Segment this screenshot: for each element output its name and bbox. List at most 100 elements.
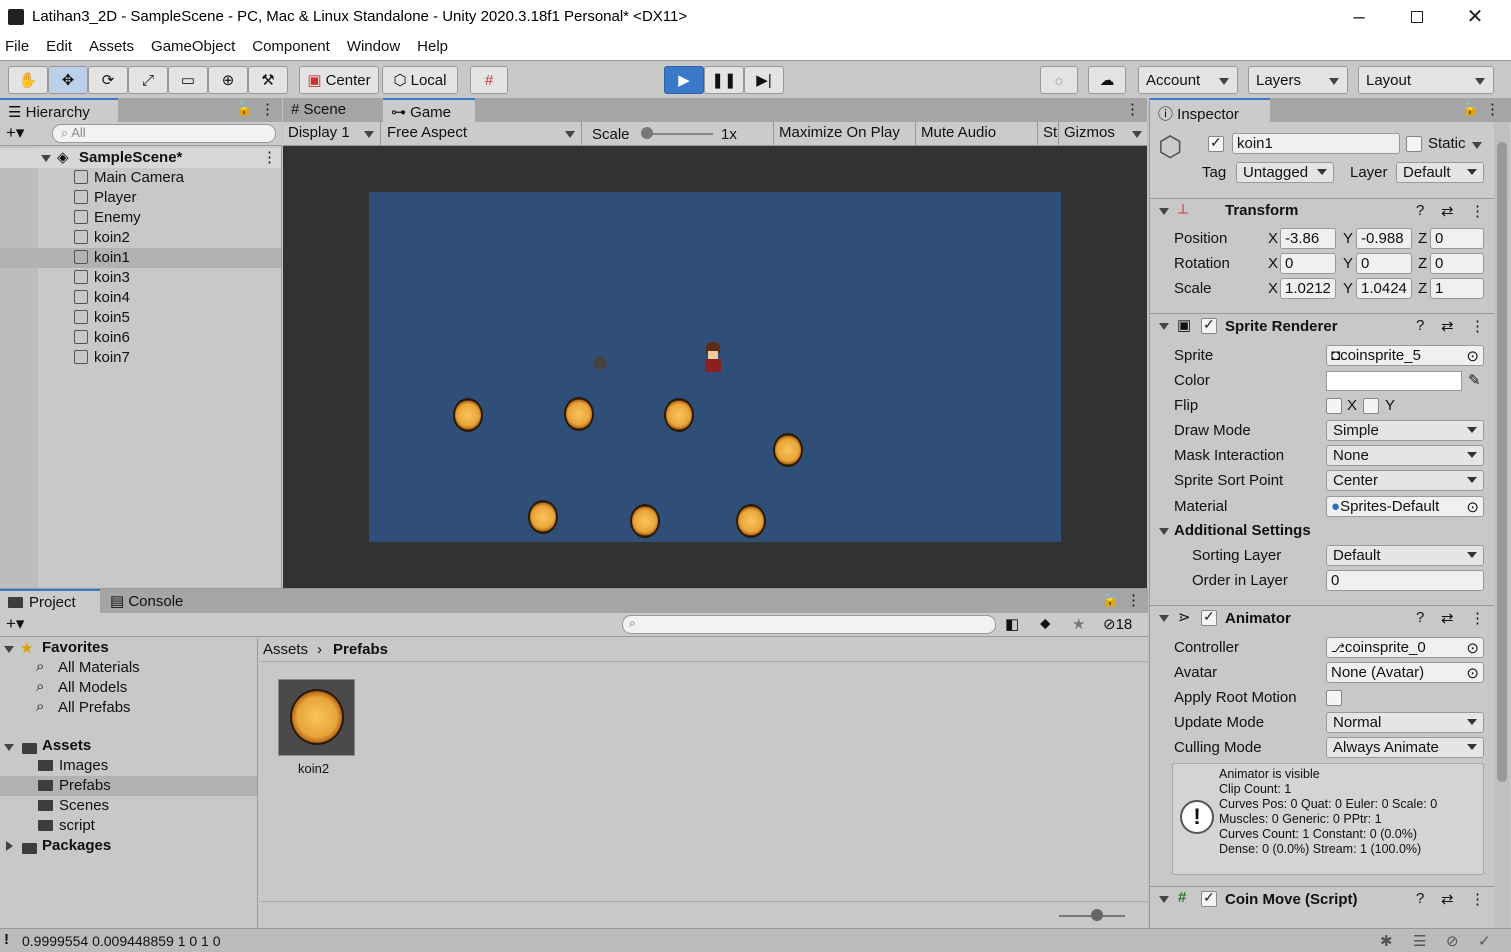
play-button[interactable]: ▶ <box>664 66 704 94</box>
tab-project[interactable]: Project <box>0 589 100 613</box>
expand-icon[interactable] <box>4 646 14 653</box>
scale-slider-track[interactable] <box>643 133 713 135</box>
sprite-renderer-header[interactable]: ▣ Sprite Renderer ? ⇄ ⋮ <box>1150 313 1494 339</box>
position-y-input[interactable]: -0.988 <box>1356 228 1412 249</box>
folder-item[interactable]: Scenes <box>59 797 109 814</box>
tab-inspector[interactable]: ⓘ Inspector <box>1150 98 1270 123</box>
menu-edit[interactable]: Edit <box>46 34 72 60</box>
tab-hierarchy[interactable]: ☰ Hierarchy <box>0 98 118 122</box>
scale-x-input[interactable]: 1.0212 <box>1280 278 1336 299</box>
kebab-menu-icon[interactable]: ⋮ <box>1470 890 1485 908</box>
game-viewport[interactable] <box>369 192 1061 542</box>
rotate-tool-button[interactable]: ⟳ <box>88 66 128 94</box>
favorite-item[interactable]: All Materials <box>58 659 140 676</box>
grid-snap-button[interactable]: # <box>470 66 508 94</box>
folder-item[interactable]: script <box>59 817 95 834</box>
color-swatch[interactable] <box>1326 371 1462 391</box>
favorite-item[interactable]: All Models <box>58 679 127 696</box>
scene-row[interactable]: ◈ SampleScene* ⋮ <box>0 148 281 168</box>
folder-item[interactable]: Images <box>59 757 108 774</box>
avatar-field[interactable]: None (Avatar) ⊙ <box>1326 662 1484 683</box>
preset-icon[interactable]: ⇄ <box>1441 609 1454 627</box>
move-tool-button[interactable]: ✥ <box>48 66 88 94</box>
project-search-input[interactable]: ⌕ <box>622 615 996 634</box>
object-picker-icon[interactable]: ⊙ <box>1466 664 1479 682</box>
list-item[interactable]: koin6 <box>0 328 281 348</box>
list-item[interactable]: koin4 <box>0 288 281 308</box>
breadcrumb-assets[interactable]: Assets <box>263 641 308 658</box>
kebab-menu-icon[interactable]: ⋮ <box>1126 591 1141 609</box>
preset-icon[interactable]: ⇄ <box>1441 890 1454 908</box>
mask-dropdown[interactable]: None <box>1326 445 1484 466</box>
filter-label-icon[interactable]: ⬥ <box>1040 615 1051 632</box>
order-input[interactable]: 0 <box>1326 570 1484 591</box>
hierarchy-search-input[interactable]: ⌕ All <box>52 124 276 143</box>
status-text[interactable]: 0.9999554 0.009448859 1 0 1 0 <box>22 933 221 949</box>
sorting-layer-dropdown[interactable]: Default <box>1326 545 1484 566</box>
assets-folder[interactable]: Assets <box>42 737 91 754</box>
collapse-icon[interactable] <box>1159 896 1169 903</box>
object-picker-icon[interactable]: ⊙ <box>1466 498 1479 516</box>
tab-scene[interactable]: # Scene <box>283 98 383 122</box>
packages-folder[interactable]: Packages <box>42 837 111 854</box>
mute-audio-toggle[interactable]: Mute Audio <box>915 122 1001 145</box>
chevron-down-icon[interactable] <box>1472 142 1482 149</box>
transform-header[interactable]: ⟂ Transform ? ⇄ ⋮ <box>1150 198 1494 224</box>
help-icon[interactable]: ? <box>1416 890 1424 907</box>
layer-dropdown[interactable]: Default <box>1396 162 1484 183</box>
list-item[interactable]: koin2 <box>0 228 281 248</box>
menu-gameobject[interactable]: GameObject <box>151 34 235 60</box>
layout-dropdown[interactable]: Layout <box>1358 66 1494 94</box>
eye-slash-icon[interactable]: ⊘ <box>1446 932 1459 950</box>
scrollbar-thumb[interactable] <box>1497 142 1507 782</box>
menu-component[interactable]: Component <box>252 34 330 60</box>
tab-console[interactable]: ▤ Console <box>102 589 202 613</box>
favorite-item[interactable]: All Prefabs <box>58 699 131 716</box>
folder-item[interactable]: Prefabs <box>59 777 111 794</box>
transform-tool-button[interactable]: ⊕ <box>208 66 248 94</box>
sort-point-dropdown[interactable]: Center <box>1326 470 1484 491</box>
collapse-icon[interactable] <box>1159 208 1169 215</box>
static-checkbox[interactable] <box>1406 136 1422 152</box>
minimize-button[interactable]: – <box>1336 4 1382 30</box>
menu-help[interactable]: Help <box>417 34 448 60</box>
scale-y-input[interactable]: 1.0424 <box>1356 278 1412 299</box>
rotation-z-input[interactable]: 0 <box>1430 253 1484 274</box>
flip-y-checkbox[interactable] <box>1363 398 1379 414</box>
kebab-menu-icon[interactable]: ⋮ <box>262 148 277 168</box>
scale-slider-handle[interactable] <box>641 127 653 139</box>
hand-tool-button[interactable]: ✋ <box>8 66 48 94</box>
zoom-slider-handle[interactable] <box>1091 909 1103 921</box>
active-checkbox[interactable] <box>1208 134 1224 152</box>
rect-tool-button[interactable]: ▭ <box>168 66 208 94</box>
lock-icon[interactable]: 🔓 <box>1102 592 1118 608</box>
list-item[interactable]: koin7 <box>0 348 281 368</box>
list-item[interactable]: Main Camera <box>0 168 281 188</box>
additional-settings-label[interactable]: Additional Settings <box>1174 522 1311 539</box>
check-circle-icon[interactable]: ✓ <box>1478 932 1491 950</box>
expand-icon[interactable] <box>41 155 51 162</box>
add-icon[interactable]: +▾ <box>6 614 24 634</box>
add-icon[interactable]: +▾ <box>6 123 24 143</box>
bug-icon[interactable]: ✱ <box>1380 932 1393 950</box>
component-enabled-checkbox[interactable] <box>1201 316 1217 334</box>
flip-x-checkbox[interactable] <box>1326 398 1342 414</box>
material-field[interactable]: ●Sprites-Default ⊙ <box>1326 496 1484 517</box>
prefab-thumbnail[interactable] <box>278 679 355 756</box>
maximize-on-play-toggle[interactable]: Maximize On Play <box>773 122 905 145</box>
component-enabled-checkbox[interactable] <box>1201 889 1217 907</box>
position-x-input[interactable]: -3.86 <box>1280 228 1336 249</box>
help-icon[interactable]: ? <box>1416 202 1424 219</box>
object-picker-icon[interactable]: ⊙ <box>1466 639 1479 657</box>
menu-file[interactable]: File <box>5 34 29 60</box>
kebab-menu-icon[interactable]: ⋮ <box>1125 100 1140 118</box>
tag-dropdown[interactable]: Untagged <box>1236 162 1334 183</box>
list-item[interactable]: Enemy <box>0 208 281 228</box>
hidden-packages-toggle[interactable]: ⊘18 <box>1103 615 1132 633</box>
list-item[interactable]: koin5 <box>0 308 281 328</box>
close-button[interactable]: ✕ <box>1452 4 1498 30</box>
display-dropdown[interactable]: Display 1 <box>283 122 381 145</box>
filter-type-icon[interactable]: ◧ <box>1005 615 1019 633</box>
stack-icon[interactable]: ☰ <box>1413 932 1426 950</box>
breadcrumb-prefabs[interactable]: Prefabs <box>333 641 388 658</box>
